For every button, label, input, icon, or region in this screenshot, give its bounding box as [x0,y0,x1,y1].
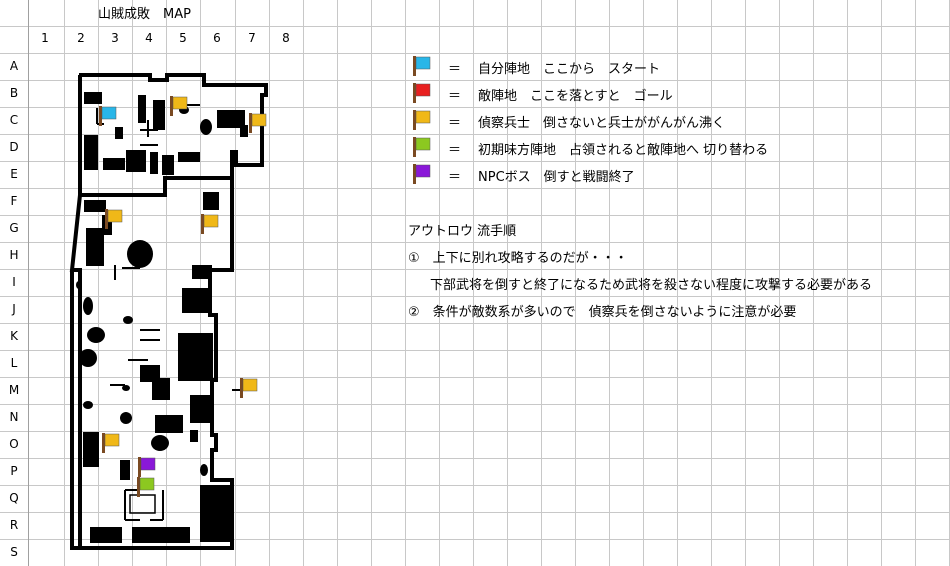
column-header: 8 [282,31,290,45]
sheet-title: 山賊成敗 MAP [98,7,191,22]
legend-eq: ＝ [448,170,462,185]
legend-scout-text: 偵察兵士 倒さないと兵士ががんがん沸く [478,116,726,131]
row-header: N [9,410,19,424]
legend-ally-text: 初期味方陣地 占領されると敵陣地へ 切り替わる [478,143,769,158]
column-header: 4 [145,31,153,45]
column-header: 5 [179,31,187,45]
legend-flag-icon [413,83,431,103]
notes-heading: アウトロウ 流手順 [408,224,517,239]
legend-flag-icon [413,164,431,184]
row-header: O [9,437,19,451]
note-item-1-sub: 下部武将を倒すと終了になるため武将を殺さない程度に攻撃する必要がある [430,278,873,293]
legend-eq: ＝ [448,89,462,104]
row-header: P [10,464,18,478]
legend-eq: ＝ [448,143,462,158]
boss-flag-icon [138,457,156,477]
column-header: 2 [77,31,85,45]
legend-enemy-text: 敵陣地 ここを落とすと ゴール [478,89,673,104]
scout-flag-icon [240,378,258,398]
ally-flag-icon [137,477,155,497]
legend-flag-icon [413,137,431,157]
scout-flag-icon [102,433,120,453]
row-header: A [9,59,19,73]
column-header: 7 [248,31,256,45]
legend-flag-icon [413,56,431,76]
start-flag-icon [99,106,117,126]
column-header: 3 [111,31,119,45]
row-header: Q [9,491,19,505]
row-header: K [10,329,18,343]
row-header: B [9,86,19,100]
column-header: 1 [41,31,49,45]
row-header: J [12,302,16,316]
row-header: C [9,113,19,127]
row-header: E [10,167,18,181]
row-header: F [10,194,18,208]
castle-map [69,73,268,550]
row-header: G [9,221,19,235]
row-header: I [12,275,16,289]
legend-eq: ＝ [448,62,462,77]
legend-eq: ＝ [448,116,462,131]
legend-boss-text: NPCボス 倒すと戦闘終了 [478,170,635,185]
row-header: M [8,383,20,397]
scout-flag-icon [105,209,123,229]
note-item-2: ② 条件が敵数系が多いので 偵察兵を倒さないように注意が必要 [408,305,797,320]
scout-flag-icon [201,214,219,234]
note-item-1: ① 上下に別れ攻略するのだが・・・ [408,251,628,266]
row-header: H [9,248,19,262]
legend-start-text: 自分陣地 ここから スタート [478,62,661,77]
row-header: L [10,356,18,370]
legend-flags [413,56,431,184]
legend-flag-icon [413,110,431,130]
row-header: S [10,545,18,559]
column-header: 6 [213,31,221,45]
row-header: D [9,140,19,154]
row-header: R [9,518,19,532]
